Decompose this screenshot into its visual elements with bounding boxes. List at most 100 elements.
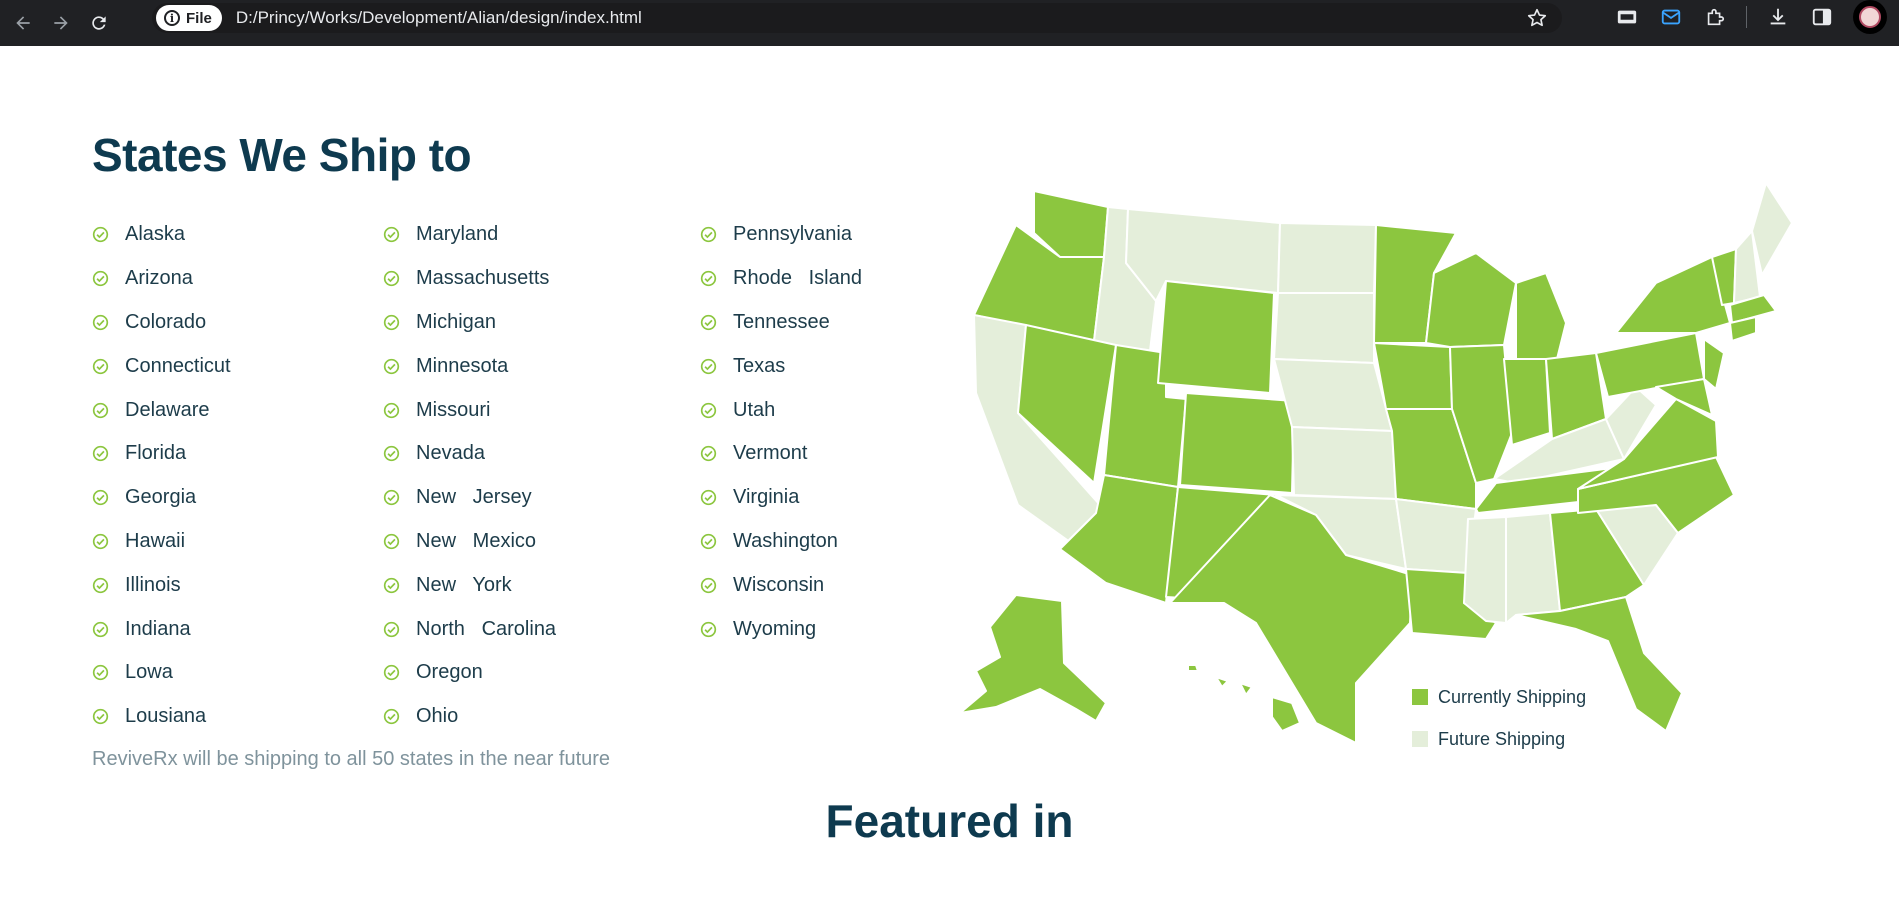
check-circle-icon [383, 271, 400, 287]
states-column-1: Alaska Arizona Colorado Connecticut Delaware… [92, 213, 231, 739]
state-name: Massachusetts [416, 267, 550, 290]
check-circle-icon [700, 446, 717, 462]
url-text[interactable]: D:/Princy/Works/Development/Alian/design… [236, 8, 642, 28]
state-list-item: Washington [700, 520, 862, 564]
site-info-chip[interactable]: i File [156, 5, 222, 31]
map-state-wisconsin [1425, 252, 1517, 348]
state-list-item: Georgia [92, 476, 231, 520]
back-button[interactable] [8, 8, 38, 38]
state-name: Ohio [416, 705, 459, 728]
download-icon [1770, 8, 1786, 25]
map-state-arkansas [1395, 498, 1477, 574]
mail-icon [1661, 9, 1681, 25]
map-state-nebraska [1273, 358, 1393, 432]
downloads-button[interactable] [1765, 4, 1791, 30]
state-name: Washington [733, 529, 838, 552]
check-circle-icon [383, 227, 400, 243]
state-name: Georgia [125, 486, 197, 509]
state-name: Maryland [416, 223, 499, 246]
state-name: Florida [125, 442, 187, 465]
side-panel-button[interactable] [1809, 4, 1835, 30]
reload-icon [92, 16, 106, 30]
map-state-wyoming [1157, 280, 1275, 394]
state-name: Indiana [125, 617, 191, 640]
state-list-item: Michigan [383, 301, 556, 345]
side-panel-icon [1812, 8, 1832, 26]
state-list-item: Indiana [92, 607, 231, 651]
extensions-bar [1596, 0, 1887, 34]
state-list-item: Florida [92, 432, 231, 476]
map-state-new-york [1615, 256, 1731, 334]
arrow-left-icon [16, 16, 30, 30]
state-name: Rhode Island [733, 267, 862, 290]
state-list-item: Maryland [383, 213, 556, 257]
check-circle-icon [92, 227, 109, 243]
map-state-hawaii [1187, 664, 1301, 732]
info-icon: i [164, 10, 180, 26]
state-list-item: Virginia [700, 476, 862, 520]
adblock-icon [1617, 10, 1637, 24]
state-list-item: Utah [700, 388, 862, 432]
check-circle-icon [92, 402, 109, 418]
shipping-footnote: ReviveRx will be shipping to all 50 stat… [92, 748, 611, 770]
check-circle-icon [92, 490, 109, 506]
map-state-colorado [1179, 392, 1295, 494]
check-circle-icon [700, 402, 717, 418]
state-name: New Mexico [416, 529, 537, 552]
state-name: Illinois [125, 573, 181, 596]
puzzle-icon [1707, 8, 1725, 26]
map-state-michigan [1515, 272, 1567, 364]
legend-current-label: Currently Shipping [1438, 686, 1587, 707]
state-list-item: Oregon [383, 651, 556, 695]
check-circle-icon [92, 358, 109, 374]
state-list-item: Wisconsin [700, 563, 862, 607]
us-shipping-map [959, 183, 1793, 743]
legend-future-label: Future Shipping [1438, 728, 1566, 749]
check-circle-icon [92, 709, 109, 725]
check-circle-icon [92, 314, 109, 331]
state-name: Tennessee [733, 310, 830, 333]
state-name: Minnesota [416, 354, 509, 377]
check-circle-icon [92, 665, 109, 681]
state-name: Virginia [733, 486, 800, 509]
check-circle-icon [383, 402, 400, 418]
check-circle-icon [383, 665, 400, 681]
state-list-item: New York [383, 563, 556, 607]
toolbar-separator [1746, 6, 1747, 28]
state-name: Arizona [125, 267, 193, 290]
section-title: States We Ship to [92, 129, 472, 181]
state-name: Lousiana [125, 705, 207, 728]
map-state-kansas [1291, 426, 1397, 500]
reload-button[interactable] [84, 8, 114, 38]
profile-avatar[interactable] [1853, 0, 1887, 34]
state-name: Vermont [733, 442, 808, 465]
state-name: Michigan [416, 310, 497, 333]
check-circle-icon [383, 314, 400, 331]
check-circle-icon [92, 577, 109, 593]
check-circle-icon [700, 227, 717, 243]
address-bar[interactable]: i File D:/Princy/Works/Development/Alian… [152, 3, 1562, 33]
check-circle-icon [700, 490, 717, 506]
extension-adblock[interactable] [1614, 4, 1640, 30]
state-name: Alaska [125, 223, 186, 246]
featured-in-title: Featured in [825, 795, 1074, 847]
check-circle-icon [383, 490, 400, 506]
bookmark-star-icon[interactable] [1526, 7, 1548, 29]
state-list-item: Minnesota [383, 344, 556, 388]
extension-mail[interactable] [1658, 4, 1684, 30]
state-list-item: Nevada [383, 432, 556, 476]
legend-swatch-current [1412, 689, 1428, 705]
check-circle-icon [700, 533, 717, 550]
check-circle-icon [383, 446, 400, 462]
legend-currently-shipping: Currently Shipping [1412, 676, 1586, 718]
state-list-item: Illinois [92, 563, 231, 607]
map-state-maine [1751, 183, 1793, 276]
state-list-item: New Mexico [383, 520, 556, 564]
extensions-button[interactable] [1702, 4, 1728, 30]
state-list-item: Delaware [92, 388, 231, 432]
map-state-north-dakota [1277, 222, 1377, 294]
check-circle-icon [700, 358, 717, 374]
state-list-item: Missouri [383, 388, 556, 432]
map-state-mississippi [1463, 516, 1507, 624]
forward-button[interactable] [46, 8, 76, 38]
